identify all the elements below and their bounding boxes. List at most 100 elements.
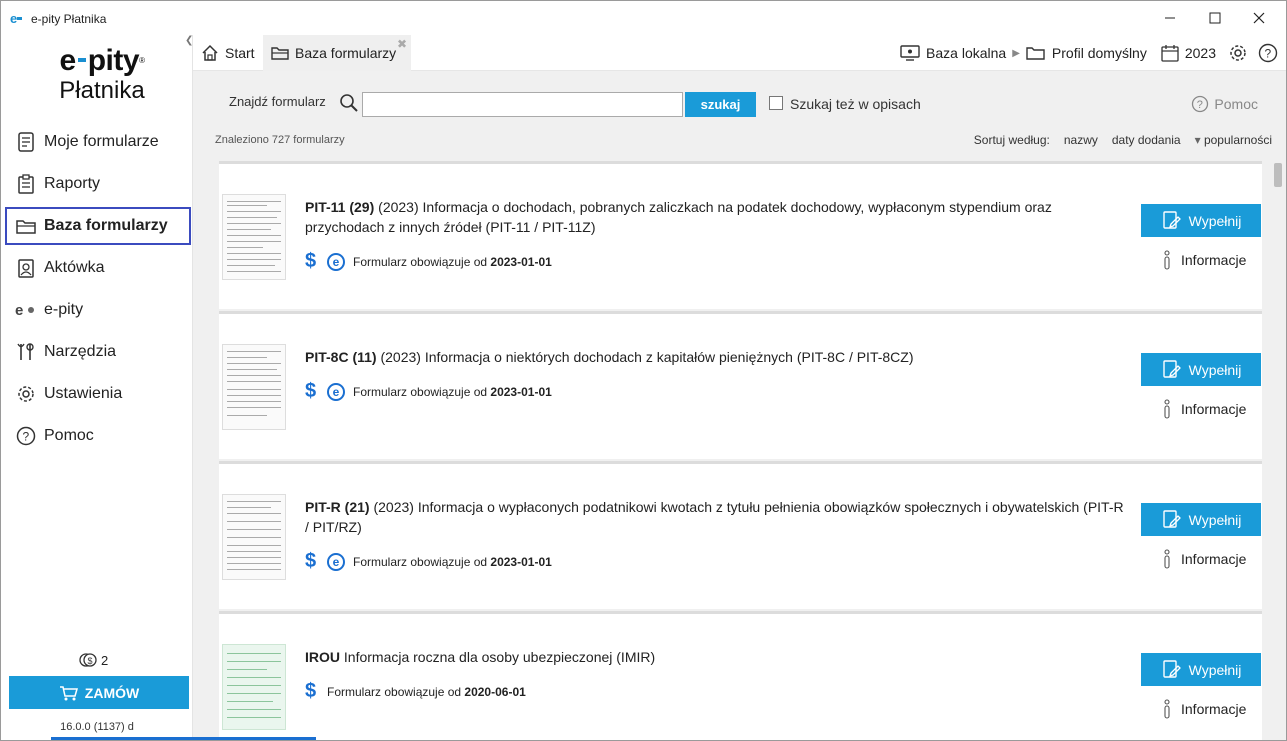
info-link[interactable]: Informacje <box>1163 399 1246 419</box>
topbar-status: Baza lokalna ▶ Profil domyślny 2023 ? <box>900 35 1278 71</box>
fill-form-button[interactable]: Wypełnij <box>1141 653 1261 686</box>
form-title[interactable]: PIT-8C (11) (2023) Informacja o niektóry… <box>305 347 1125 367</box>
dollar-icon: $ <box>305 680 317 702</box>
database-label[interactable]: Baza lokalna <box>926 45 1006 61</box>
minimize-icon <box>1165 17 1175 19</box>
maximize-button[interactable] <box>1195 5 1235 31</box>
fill-label: Wypełnij <box>1188 361 1242 378</box>
info-label: Informacje <box>1181 252 1247 268</box>
minimize-button[interactable] <box>1150 5 1190 31</box>
sidebar-item-label: Pomoc <box>44 427 94 444</box>
forms-list: PIT-11 (29) (2023) Informacja o dochodac… <box>219 161 1262 740</box>
sidebar-item-narzedzia[interactable]: Narzędzia <box>5 331 191 373</box>
tab-start[interactable]: Start <box>193 35 263 71</box>
fill-form-button[interactable]: Wypełnij <box>1141 204 1261 237</box>
form-valid-from: Formularz obowiązuje od 2023-01-01 <box>353 254 552 269</box>
form-title[interactable]: PIT-11 (29) (2023) Informacja o dochodac… <box>305 197 1125 237</box>
svg-text:?: ? <box>1197 99 1203 111</box>
coins-count: 2 <box>101 652 109 668</box>
maximize-icon <box>1209 12 1221 24</box>
monitor-icon <box>900 45 920 61</box>
fill-form-button[interactable]: Wypełnij <box>1141 353 1261 386</box>
search-descriptions-label: Szukaj też w opisach <box>790 96 921 112</box>
form-meta: $ e Formularz obowiązuje od 2023-01-01 <box>305 380 552 403</box>
sidebar-item-label: Aktówka <box>44 259 105 276</box>
form-valid-from: Formularz obowiązuje od 2023-01-01 <box>353 384 552 399</box>
edit-form-icon <box>1162 210 1181 229</box>
info-link[interactable]: Informacje <box>1163 699 1246 719</box>
list-scrollbar[interactable] <box>1273 161 1283 740</box>
search-descriptions-checkbox[interactable] <box>769 96 783 110</box>
form-meta: $ e Formularz obowiązuje od 2023-01-01 <box>305 550 552 573</box>
fill-label: Wypełnij <box>1188 661 1242 678</box>
top-bar: Start Baza formularzy ✖ Baza lokalna ▶ P… <box>193 35 1286 71</box>
app-window: e e-pity Płatnika ❮ e pity® Płatnika Moje… <box>0 0 1287 741</box>
sort-by-name[interactable]: nazwy <box>1064 133 1098 147</box>
sidebar-item-ustawienia[interactable]: Ustawienia <box>5 373 191 415</box>
fill-label: Wypełnij <box>1188 212 1242 229</box>
order-button[interactable]: ZAMÓW <box>9 676 189 709</box>
help-link[interactable]: ? Pomoc <box>1191 95 1258 113</box>
sort-label: Sortuj według: <box>973 133 1050 147</box>
form-thumbnail <box>222 644 286 730</box>
sidebar-item-e-pity[interactable]: e e-pity <box>5 289 191 331</box>
tab-baza-formularzy[interactable]: Baza formularzy ✖ <box>263 35 411 71</box>
form-title[interactable]: PIT-R (21) (2023) Informacja o wypłacony… <box>305 497 1125 537</box>
sidebar-nav: Moje formularze Raporty Baza formularzy … <box>5 121 191 457</box>
sidebar-item-moje-formularze[interactable]: Moje formularze <box>5 121 191 163</box>
form-meta: $ Formularz obowiązuje od 2020-06-01 <box>305 680 526 703</box>
help-icon: ? <box>1192 95 1209 113</box>
info-label: Informacje <box>1181 551 1247 567</box>
svg-text:?: ? <box>23 430 30 444</box>
tab-close-icon[interactable]: ✖ <box>397 37 407 51</box>
sort-options: Sortuj według: nazwy daty dodania popula… <box>974 133 1272 147</box>
edit-form-icon <box>1162 659 1181 678</box>
info-label: Informacje <box>1181 701 1247 717</box>
fill-label: Wypełnij <box>1188 511 1242 528</box>
form-thumbnail <box>222 494 286 580</box>
search-button[interactable]: szukaj <box>685 92 756 117</box>
sidebar-item-label: Moje formularze <box>44 133 159 150</box>
sidebar-item-pomoc[interactable]: ? Pomoc <box>5 415 191 457</box>
fill-form-button[interactable]: Wypełnij <box>1141 503 1261 536</box>
sort-by-date[interactable]: daty dodania <box>1112 133 1181 147</box>
help-icon: ? <box>15 425 37 447</box>
search-input[interactable] <box>362 92 683 117</box>
sidebar-item-label: Ustawienia <box>44 385 123 402</box>
coins-counter: $ 2 <box>79 651 108 669</box>
year-selector[interactable]: 2023 <box>1185 45 1216 61</box>
title-bar: e e-pity Płatnika <box>1 1 1286 35</box>
close-button[interactable] <box>1239 5 1279 31</box>
svg-text:?: ? <box>1265 47 1272 61</box>
tools-icon <box>15 341 37 363</box>
dollar-icon: $ <box>305 250 317 272</box>
search-bar: Znajdź formularz szukaj Szukaj też w opi… <box>193 71 1286 133</box>
home-icon <box>202 44 218 61</box>
dollar-icon: $ <box>305 380 317 402</box>
form-title[interactable]: IROU Informacja roczna dla osoby ubezpie… <box>305 647 1125 667</box>
scrollbar-thumb[interactable] <box>1274 163 1282 187</box>
info-icon <box>1164 549 1170 569</box>
order-label: ZAMÓW <box>84 684 140 701</box>
e-submission-icon: e <box>327 382 345 401</box>
sidebar-item-raporty[interactable]: Raporty <box>5 163 191 205</box>
gear-icon <box>15 383 37 405</box>
profile-label[interactable]: Profil domyślny <box>1052 45 1147 61</box>
info-link[interactable]: Informacje <box>1163 250 1246 270</box>
sort-by-popularity[interactable]: popularności <box>1195 133 1272 147</box>
app-logo-icon: e <box>10 11 24 26</box>
results-count: Znaleziono 727 formularzy <box>215 134 345 146</box>
help-label: Pomoc <box>1214 96 1258 112</box>
main-content: Znajdź formularz szukaj Szukaj też w opi… <box>193 71 1286 740</box>
close-icon <box>1253 12 1265 24</box>
form-card: PIT-R (21) (2023) Informacja o wypłacony… <box>219 461 1262 609</box>
help-icon[interactable]: ? <box>1258 43 1278 63</box>
settings-gear-icon[interactable] <box>1228 43 1248 63</box>
sidebar-item-baza-formularzy[interactable]: Baza formularzy <box>5 207 191 245</box>
form-thumbnail <box>222 194 286 280</box>
info-icon <box>1164 699 1170 719</box>
sidebar-item-aktowka[interactable]: Aktówka <box>5 247 191 289</box>
e-submission-icon: e <box>327 252 345 271</box>
e-submission-icon: e <box>327 552 345 571</box>
info-link[interactable]: Informacje <box>1163 549 1246 569</box>
